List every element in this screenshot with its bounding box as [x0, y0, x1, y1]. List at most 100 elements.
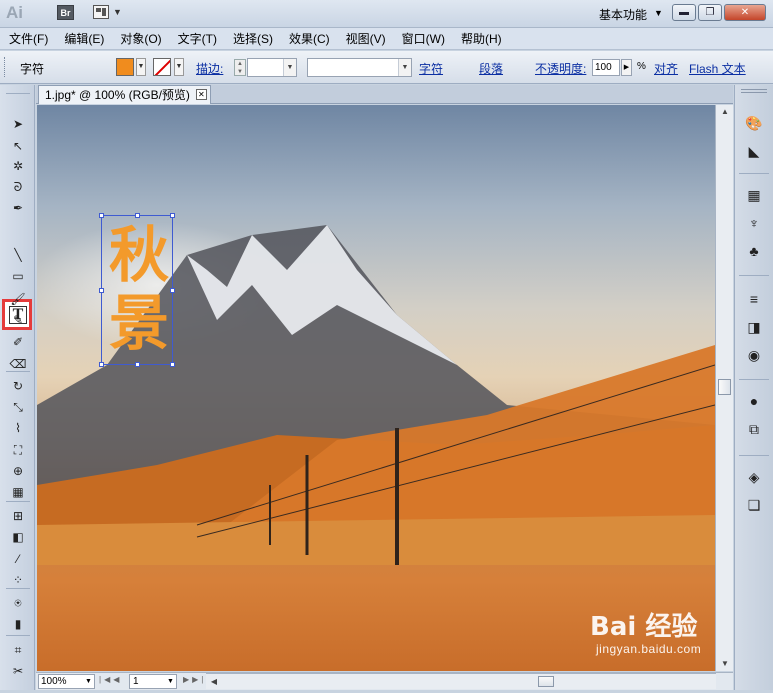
- rotate-tool-icon[interactable]: ↻: [9, 377, 27, 395]
- style-select[interactable]: ▼: [307, 58, 412, 77]
- fill-dropdown-arrow[interactable]: ▼: [136, 58, 146, 76]
- chevron-down-icon[interactable]: ▼: [83, 675, 94, 688]
- scroll-down-icon[interactable]: ▼: [717, 657, 733, 671]
- graphic-styles-panel-icon[interactable]: ⧉: [744, 419, 764, 439]
- canvas-text-line-2[interactable]: 景: [104, 290, 174, 358]
- blend-tool-icon[interactable]: ⁘: [9, 571, 27, 589]
- chevron-down-icon[interactable]: ▼: [283, 59, 296, 76]
- menu-select[interactable]: 选择(S): [225, 28, 281, 50]
- symbol-sprayer-tool-icon[interactable]: ⍟: [9, 594, 27, 612]
- pen-tool-icon[interactable]: ✒: [9, 199, 27, 217]
- artboard-canvas[interactable]: [37, 105, 715, 671]
- chevron-down-icon[interactable]: ▼: [398, 59, 411, 76]
- blob-brush-tool-icon[interactable]: ✐: [9, 333, 27, 351]
- menu-help[interactable]: 帮助(H): [453, 28, 510, 50]
- stroke-color-swatch[interactable]: [153, 58, 171, 76]
- stroke-weight-select[interactable]: ▼: [247, 58, 297, 77]
- free-transform-tool-icon[interactable]: ⛶: [9, 441, 27, 459]
- pencil-tool-icon[interactable]: ✎: [9, 311, 27, 329]
- menu-view[interactable]: 视图(V): [338, 28, 394, 50]
- scrollbar-thumb[interactable]: [718, 379, 731, 395]
- opacity-slider-arrow[interactable]: ▶: [621, 59, 632, 76]
- menu-file[interactable]: 文件(F): [0, 28, 56, 50]
- close-button[interactable]: ✕: [724, 4, 766, 21]
- resize-handle[interactable]: [99, 362, 104, 367]
- opacity-input[interactable]: 100: [592, 59, 620, 76]
- vertical-scrollbar[interactable]: ▲ ▼: [715, 105, 733, 671]
- artboards-panel-icon[interactable]: ❏: [744, 495, 764, 515]
- menu-object[interactable]: 对象(O): [112, 28, 169, 50]
- color-guide-icon[interactable]: ◣: [744, 141, 764, 161]
- column-graph-tool-icon[interactable]: ▮: [9, 615, 27, 633]
- character-panel-link[interactable]: 字符: [419, 60, 443, 77]
- layers-panel-icon[interactable]: ◈: [744, 467, 764, 487]
- flash-text-link[interactable]: Flash 文本: [689, 60, 746, 77]
- transparency-panel-icon[interactable]: ◉: [744, 345, 764, 365]
- scroll-up-icon[interactable]: ▲: [717, 105, 733, 119]
- appearance-panel-icon[interactable]: ●: [744, 391, 764, 411]
- menu-window[interactable]: 窗口(W): [394, 28, 453, 50]
- direct-selection-tool-icon[interactable]: ↖: [9, 137, 27, 155]
- next-artboard-icon[interactable]: ▶▶|: [183, 675, 206, 684]
- warp-tool-icon[interactable]: ⌇: [9, 419, 27, 437]
- magic-wand-tool-icon[interactable]: ✲: [9, 157, 27, 175]
- stroke-link[interactable]: 描边:: [196, 60, 223, 77]
- scrollbar-thumb[interactable]: [538, 676, 554, 687]
- panel-grip[interactable]: [741, 89, 767, 93]
- paintbrush-tool-icon[interactable]: 🖌: [9, 290, 27, 308]
- arrange-documents-icon[interactable]: [93, 5, 109, 19]
- menu-edit[interactable]: 编辑(E): [56, 28, 112, 50]
- resize-handle[interactable]: [170, 362, 175, 367]
- stroke-dropdown-arrow[interactable]: ▼: [174, 58, 184, 76]
- slice-tool-icon[interactable]: ✂: [9, 662, 27, 680]
- horizontal-scrollbar[interactable]: ◀: [206, 673, 716, 689]
- gradient-tool-icon[interactable]: ◧: [9, 528, 27, 546]
- perspective-grid-tool-icon[interactable]: ▦: [9, 483, 27, 501]
- gradient-panel-icon[interactable]: ◨: [744, 317, 764, 337]
- title-bar: Ai Br ▼ 基本功能 ▼ ▬ ❐ ✕: [0, 0, 773, 28]
- opacity-link[interactable]: 不透明度:: [535, 60, 586, 77]
- selection-tool-icon[interactable]: ➤: [9, 115, 27, 133]
- close-icon[interactable]: ✕: [195, 89, 207, 100]
- swatches-panel-icon[interactable]: ▦: [744, 185, 764, 205]
- restore-button[interactable]: ❐: [698, 4, 722, 21]
- canvas-text-line-1[interactable]: 秋: [104, 222, 174, 290]
- eyedropper-tool-icon[interactable]: ⁄: [9, 550, 27, 568]
- scale-tool-icon[interactable]: ⤡: [9, 398, 27, 416]
- stroke-weight-stepper[interactable]: ▲ ▼: [234, 59, 246, 76]
- scroll-left-icon[interactable]: ◀: [206, 674, 222, 689]
- panel-dock: 🎨 ◣ ▦ ♆ ♣ ≡ ◨ ◉ ● ⧉ ◈ ❏: [734, 85, 773, 690]
- minimize-button[interactable]: ▬: [672, 4, 696, 21]
- color-panel-icon[interactable]: 🎨: [744, 113, 764, 133]
- panel-grip[interactable]: [4, 57, 7, 77]
- stroke-panel-icon[interactable]: ≡: [744, 289, 764, 309]
- menu-bar: 文件(F) 编辑(E) 对象(O) 文字(T) 选择(S) 效果(C) 视图(V…: [0, 28, 773, 50]
- artboard-select[interactable]: 1 ▼: [129, 674, 177, 689]
- resize-handle[interactable]: [135, 213, 140, 218]
- chevron-down-icon[interactable]: ▼: [165, 675, 176, 688]
- line-tool-icon[interactable]: ╲: [9, 246, 27, 264]
- workspace-switcher[interactable]: 基本功能: [599, 6, 647, 23]
- rectangle-tool-icon[interactable]: ▭: [9, 267, 27, 285]
- menu-type[interactable]: 文字(T): [170, 28, 225, 50]
- first-artboard-icon[interactable]: |◀◀: [99, 675, 122, 684]
- artboard-tool-icon[interactable]: ⌗: [9, 641, 27, 659]
- zoom-select[interactable]: 100% ▼: [38, 674, 95, 689]
- paragraph-panel-link[interactable]: 段落: [479, 60, 503, 77]
- chevron-down-icon[interactable]: ▼: [113, 7, 122, 17]
- fill-color-swatch[interactable]: [116, 58, 134, 76]
- resize-handle[interactable]: [99, 213, 104, 218]
- shape-builder-tool-icon[interactable]: ⊕: [9, 462, 27, 480]
- symbols-panel-icon[interactable]: ♣: [744, 241, 764, 261]
- align-panel-link[interactable]: 对齐: [654, 60, 678, 77]
- lasso-tool-icon[interactable]: ᘐ: [9, 178, 27, 196]
- menu-effect[interactable]: 效果(C): [281, 28, 338, 50]
- document-tab[interactable]: 1.jpg* @ 100% (RGB/预览) ✕: [38, 85, 211, 104]
- resize-handle[interactable]: [170, 213, 175, 218]
- mesh-tool-icon[interactable]: ⊞: [9, 507, 27, 525]
- bridge-button[interactable]: Br: [57, 5, 74, 20]
- zoom-value: 100%: [41, 676, 67, 687]
- resize-handle[interactable]: [135, 362, 140, 367]
- chevron-down-icon[interactable]: ▼: [654, 8, 663, 18]
- brushes-panel-icon[interactable]: ♆: [744, 213, 764, 233]
